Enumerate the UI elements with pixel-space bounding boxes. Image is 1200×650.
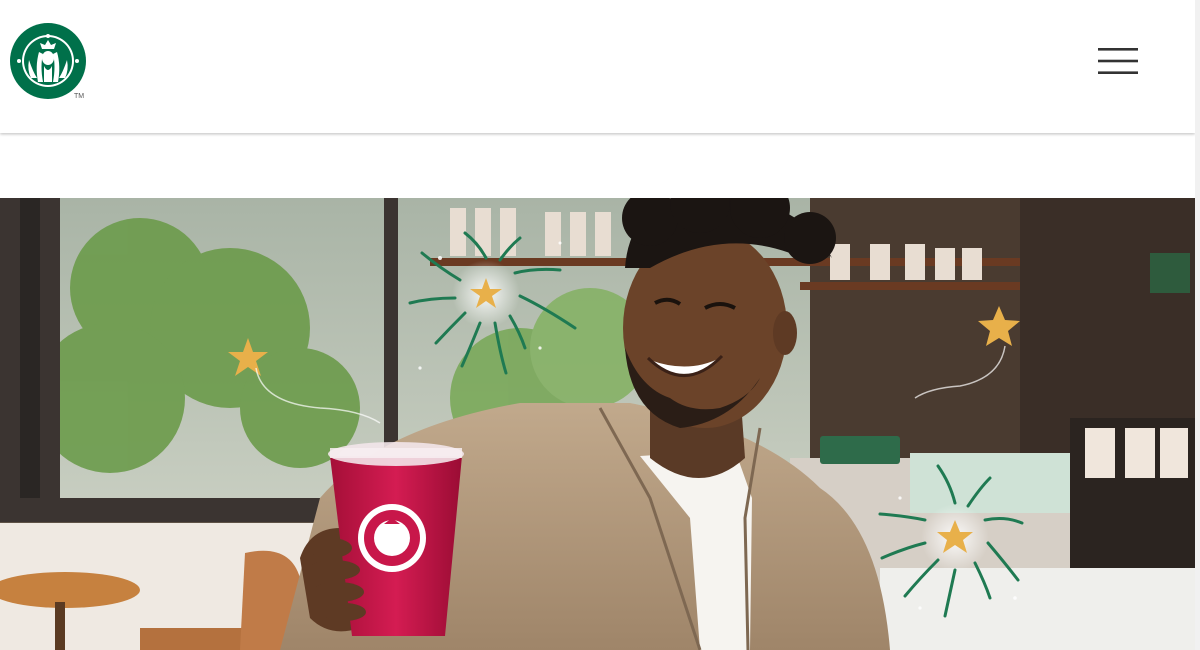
- hamburger-menu-button[interactable]: [1090, 36, 1146, 86]
- trademark-label: TM: [74, 93, 85, 100]
- hero-image: [0, 198, 1195, 650]
- page-scrollbar[interactable]: [1195, 0, 1200, 650]
- starbucks-logo-icon[interactable]: [9, 22, 87, 100]
- site-header: TM: [0, 0, 1195, 133]
- hamburger-menu-icon: [1098, 48, 1138, 74]
